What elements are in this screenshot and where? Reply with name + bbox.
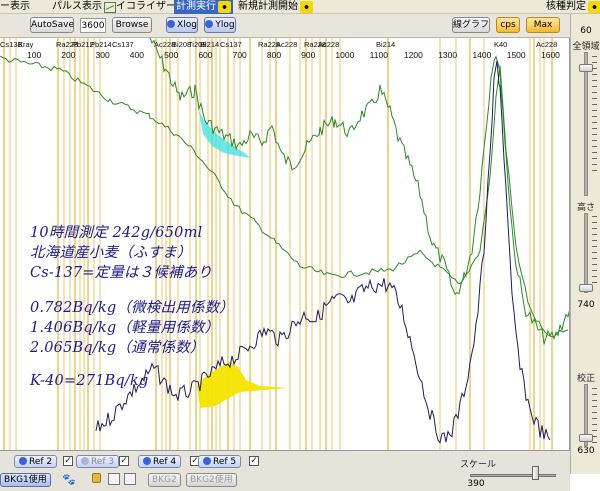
reference-spectrum-line-2 <box>0 55 569 338</box>
energy-tick-label: 600 <box>198 50 212 60</box>
energy-tick-label: 300 <box>96 50 110 60</box>
radiation-icon <box>588 1 600 13</box>
cs137-highlight-yellow <box>197 362 288 408</box>
full-range-slider-track[interactable] <box>584 52 588 196</box>
ref4-toggle[interactable]: Ref 4 <box>138 455 182 468</box>
cps-toggle[interactable]: cps <box>496 17 520 33</box>
cs137-highlight-cyan <box>195 90 250 158</box>
menu-run-measurement[interactable]: 計測実行 <box>174 0 233 14</box>
height-value: 740 <box>577 300 595 310</box>
full-range-slider-thumb[interactable] <box>579 64 593 72</box>
toggle-dot-icon <box>143 457 151 465</box>
scale-slider-thumb[interactable] <box>532 466 539 480</box>
correction-value: 630 <box>577 446 595 456</box>
menu-pulse-display[interactable]: パルス表示 <box>52 0 116 14</box>
energy-tick-label: 1200 <box>404 50 423 60</box>
pulse-chart-icon <box>104 1 116 13</box>
energy-tick-label: 900 <box>301 50 315 60</box>
ylog-toggle[interactable]: Ylog <box>204 17 236 33</box>
peak-label: K40 <box>494 40 507 49</box>
bkg2-button[interactable]: BKG2 <box>148 473 181 487</box>
ref2-toggle[interactable]: Ref 2 <box>14 455 58 468</box>
ref3-checkbox[interactable]: ✓ <box>119 456 129 466</box>
full-range-ticks <box>592 56 598 176</box>
energy-tick-label: 400 <box>130 50 144 60</box>
annotation-line-7: K-40=271Bq/kg <box>30 373 149 389</box>
annotation-line-3: Cs-137=定量は３候補あり <box>30 265 213 281</box>
scale-value: 390 <box>467 479 485 489</box>
energy-tick-label: 700 <box>233 50 247 60</box>
energy-tick-label: 1600 <box>541 50 560 60</box>
energy-tick-label: 1100 <box>370 50 389 60</box>
browse-button[interactable]: Browse <box>112 17 152 33</box>
peak-label: Cs137 <box>220 40 242 49</box>
energy-tick-label: 100 <box>27 50 41 60</box>
height-slider-thumb[interactable] <box>579 284 593 292</box>
height-slider-track[interactable] <box>584 213 588 293</box>
spectrum-plot[interactable]: Cs13B Xray Ra228 Pb212 Pb214 Cs137 Ac228 Bi208 T… <box>0 38 570 450</box>
annotation-line-5: 1.406Bq/kg（軽量用係数） <box>30 320 220 336</box>
top-value: 60 <box>580 26 592 36</box>
energy-tick-label: 1000 <box>335 50 354 60</box>
annotation-line-6: 2.065Bq/kg（通常係数） <box>30 340 205 356</box>
peak-label: Pb214 <box>90 40 112 49</box>
toggle-dot-icon <box>205 20 214 28</box>
autosave-button[interactable]: AutoSave <box>30 17 74 33</box>
energy-tick-label: 500 <box>164 50 178 60</box>
scale-slider-track[interactable] <box>470 474 556 477</box>
correction-slider-thumb[interactable] <box>579 434 593 442</box>
peak-label: Ac228 <box>318 40 339 49</box>
ref3-toggle[interactable]: Ref 3 <box>76 455 120 468</box>
menu-new-measurement[interactable]: 新規計測開始 <box>238 0 313 14</box>
toggle-dot-icon <box>167 20 176 28</box>
annotation-line-4: 0.782Bq/kg（微検出用係数） <box>30 300 235 316</box>
correction-ticks <box>592 388 598 448</box>
toggle-dot-icon <box>81 457 89 465</box>
right-control-panel: 60 全領域 高さ 740 校正 630 <box>570 14 600 474</box>
bkg1-use-button[interactable]: BKG1使用 <box>0 473 51 487</box>
radiation-icon <box>218 1 231 13</box>
energy-tick-label: 800 <box>267 50 281 60</box>
paste-icon[interactable] <box>124 473 136 485</box>
paw-icon[interactable]: 🐾 <box>62 473 76 486</box>
ref5-checkbox[interactable]: ✓ <box>249 456 259 466</box>
toggle-dot-icon <box>203 457 211 465</box>
peak-label: Ac228 <box>276 40 297 49</box>
xlog-toggle[interactable]: Xlog <box>166 17 198 33</box>
menu-bar: ー表示 パルス表示 イコライザー 計測実行 新規計測開始 核種判定 <box>0 0 600 14</box>
peak-label: Xray <box>18 40 34 49</box>
annotation-line-2: 北海道産小麦（ふすま） <box>30 245 192 261</box>
peak-label: Bi214 <box>200 40 219 49</box>
ref5-toggle[interactable]: Ref 5 <box>198 455 242 468</box>
correction-label: 校正 <box>576 374 595 384</box>
menu-nuclide-id[interactable]: 核種判定 <box>546 0 600 14</box>
lock-icon[interactable] <box>92 473 101 483</box>
toggle-dot-icon <box>19 457 27 465</box>
energy-tick-label: 200 <box>61 50 75 60</box>
height-ticks <box>592 216 598 288</box>
line-graph-button[interactable]: 線グラフ <box>452 17 490 33</box>
ref2-checkbox[interactable]: ✓ <box>63 456 73 466</box>
radiation-icon <box>300 1 313 13</box>
annotation-line-1: 10時間測定 242g/650ml <box>30 225 203 241</box>
max-toggle[interactable]: Max <box>526 17 560 33</box>
full-range-label: 全領域 <box>572 42 600 52</box>
bottom-bar: Ref 2 ✓ Ref 3 ✓ Ref 4 ✓ Ref 5 ✓ BKG1使用 🐾… <box>0 450 570 491</box>
energy-tick-label: 1300 <box>438 50 457 60</box>
interval-field[interactable]: 3600 <box>80 18 106 33</box>
energy-tick-label: 1500 <box>507 50 526 60</box>
bkg2-use-button[interactable]: BKG2使用 <box>186 473 237 487</box>
energy-tick-label: 1400 <box>472 50 491 60</box>
toolbar: AutoSave 3600 Browse Xlog Ylog 線グラフ cps … <box>0 14 600 38</box>
peak-label: Cs137 <box>112 40 134 49</box>
scale-label: スケール <box>460 460 497 470</box>
height-label: 高さ <box>576 203 595 213</box>
copy-icon[interactable] <box>108 473 120 485</box>
peak-label: Bi214 <box>376 40 395 49</box>
peak-label: Ac228 <box>536 40 557 49</box>
menu-display[interactable]: ー表示 <box>0 0 30 14</box>
